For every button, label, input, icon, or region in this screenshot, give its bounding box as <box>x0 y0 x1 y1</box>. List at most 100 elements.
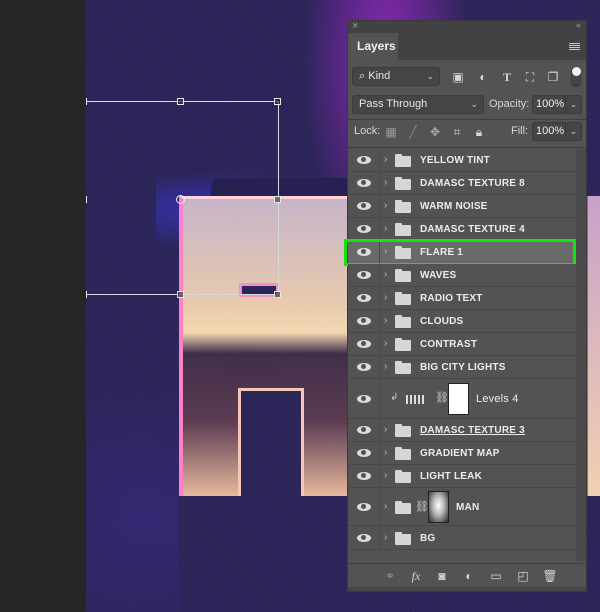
visibility-toggle[interactable] <box>348 465 380 487</box>
delete-layer-icon[interactable]: 🗑︎ <box>542 569 558 583</box>
fx-icon[interactable]: fx <box>408 569 424 584</box>
expand-chevron-icon[interactable]: › <box>384 292 387 303</box>
layer-row[interactable]: › DAMASC TEXTURE 3 <box>348 419 576 442</box>
folder-icon <box>395 154 411 167</box>
transform-handle-ml[interactable] <box>86 196 87 203</box>
expand-chevron-icon[interactable]: › <box>384 246 387 257</box>
lock-row: Lock: ▦ ╱ ✥ ⌗ 🔒︎ Fill: 100% ⌄ <box>348 122 586 144</box>
visibility-toggle[interactable] <box>348 356 380 378</box>
kind-filter-dropdown[interactable]: ⌕ Kind ⌄ <box>352 67 440 86</box>
transform-bottom-edge[interactable] <box>86 294 279 295</box>
expand-chevron-icon[interactable]: › <box>384 269 387 280</box>
panel-title-bar[interactable]: × ‹‹ <box>348 20 586 33</box>
layers-scrollbar[interactable] <box>576 149 586 561</box>
visibility-toggle[interactable] <box>348 310 380 332</box>
layer-row[interactable]: › BG <box>348 526 576 550</box>
tab-layers[interactable]: Layers <box>348 33 398 60</box>
smart-object-filter-icon[interactable]: ❐ <box>546 70 560 84</box>
lock-transparent-icon[interactable]: ▦ <box>384 125 398 139</box>
lock-image-icon[interactable]: ╱ <box>406 125 420 139</box>
layer-row[interactable]: › BIG CITY LIGHTS <box>348 356 576 379</box>
type-filter-icon[interactable]: T <box>500 70 514 84</box>
transform-handle-bm[interactable] <box>177 291 184 298</box>
new-group-icon[interactable]: ▭ <box>488 569 504 583</box>
expand-chevron-icon[interactable]: › <box>384 200 387 211</box>
layer-row[interactable]: › GRADIENT MAP <box>348 442 576 465</box>
transform-handle-br[interactable] <box>274 291 281 298</box>
new-layer-icon[interactable]: ◰ <box>515 569 531 583</box>
visibility-toggle[interactable] <box>348 442 380 464</box>
layer-row[interactable]: › WAVES <box>348 264 576 287</box>
visibility-toggle[interactable] <box>348 488 380 525</box>
visibility-toggle[interactable] <box>348 526 380 549</box>
fill-slider-toggle[interactable]: ⌄ <box>566 122 582 141</box>
transform-top-edge[interactable] <box>86 101 279 102</box>
visibility-toggle[interactable] <box>348 333 380 355</box>
layer-mask-thumbnail[interactable] <box>448 383 469 415</box>
visibility-toggle[interactable] <box>348 218 380 240</box>
new-adjustment-icon[interactable]: ◐ <box>461 569 477 583</box>
lock-all-icon[interactable]: 🔒︎ <box>472 125 486 139</box>
visibility-toggle[interactable] <box>348 149 380 171</box>
image-filter-icon[interactable]: ▣ <box>451 70 465 84</box>
layer-row[interactable]: › YELLOW TINT <box>348 149 576 172</box>
filter-toggle[interactable] <box>571 67 581 87</box>
expand-chevron-icon[interactable]: › <box>384 361 387 372</box>
panel-resize-grip[interactable] <box>348 587 586 591</box>
transform-handle-tm[interactable] <box>177 98 184 105</box>
lock-position-icon[interactable]: ✥ <box>428 125 442 139</box>
link-chain-icon[interactable]: ⛓︎ <box>435 391 449 404</box>
visibility-toggle[interactable] <box>348 264 380 286</box>
folder-icon <box>395 177 411 190</box>
layer-row[interactable]: › WARM NOISE <box>348 195 576 218</box>
expand-chevron-icon[interactable]: › <box>384 223 387 234</box>
expand-chevron-icon[interactable]: › <box>384 447 387 458</box>
adjustment-filter-icon[interactable]: ◐ <box>476 70 490 84</box>
layer-row[interactable]: › RADIO TEXT <box>348 287 576 310</box>
blend-mode-dropdown[interactable]: Pass Through ⌄ <box>352 95 484 114</box>
expand-chevron-icon[interactable]: › <box>384 177 387 188</box>
collapse-icon[interactable]: ‹‹ <box>576 20 581 30</box>
link-layers-icon[interactable]: ⚭ <box>382 569 398 583</box>
expand-chevron-icon[interactable]: › <box>384 338 387 349</box>
layer-row[interactable]: › DAMASC TEXTURE 8 <box>348 172 576 195</box>
transform-reference-point[interactable] <box>176 195 185 204</box>
folder-icon <box>395 447 411 460</box>
visibility-toggle[interactable] <box>348 195 380 217</box>
layer-row[interactable]: › LIGHT LEAK <box>348 465 576 488</box>
fill-label: Fill: <box>511 125 529 137</box>
transform-handle-mr[interactable] <box>274 196 281 203</box>
expand-chevron-icon[interactable]: › <box>384 470 387 481</box>
add-mask-icon[interactable]: ◙ <box>434 569 450 583</box>
expand-chevron-icon[interactable]: › <box>384 424 387 435</box>
opacity-input[interactable]: 100% <box>532 95 566 114</box>
lock-artboard-icon[interactable]: ⌗ <box>450 125 464 139</box>
eye-icon <box>357 363 371 371</box>
transform-handle-bl[interactable] <box>86 291 87 298</box>
layer-row[interactable]: › CLOUDS <box>348 310 576 333</box>
transform-handle-tl[interactable] <box>86 98 87 105</box>
opacity-slider-toggle[interactable]: ⌄ <box>566 95 582 114</box>
layer-row[interactable]: › DAMASC TEXTURE 4 <box>348 218 576 241</box>
visibility-toggle[interactable] <box>348 379 380 418</box>
link-chain-icon[interactable]: ⛓︎ <box>415 500 429 513</box>
expand-chevron-icon[interactable]: › <box>384 532 387 543</box>
visibility-toggle[interactable] <box>348 419 380 441</box>
visibility-toggle[interactable] <box>348 172 380 194</box>
panel-menu-icon[interactable] <box>569 43 580 51</box>
layer-row-masked-group[interactable]: › ⛓︎ MAN <box>348 488 576 526</box>
shape-filter-icon[interactable]: ⛶ <box>523 70 537 84</box>
expand-chevron-icon[interactable]: › <box>384 154 387 165</box>
fill-input[interactable]: 100% <box>532 122 566 141</box>
visibility-toggle[interactable] <box>348 287 380 309</box>
layer-mask-thumbnail[interactable] <box>428 491 449 523</box>
close-icon[interactable]: × <box>352 20 358 32</box>
visibility-toggle[interactable] <box>348 241 380 263</box>
layer-row-adjustment[interactable]: ↲ ⛓︎ Levels 4 <box>348 379 576 419</box>
expand-chevron-icon[interactable]: › <box>384 315 387 326</box>
transform-right-edge[interactable] <box>278 101 279 295</box>
transform-handle-tr[interactable] <box>274 98 281 105</box>
layer-row[interactable]: › CONTRAST <box>348 333 576 356</box>
layer-row-selected[interactable]: › FLARE 1 <box>348 241 576 264</box>
expand-chevron-icon[interactable]: › <box>384 501 387 512</box>
